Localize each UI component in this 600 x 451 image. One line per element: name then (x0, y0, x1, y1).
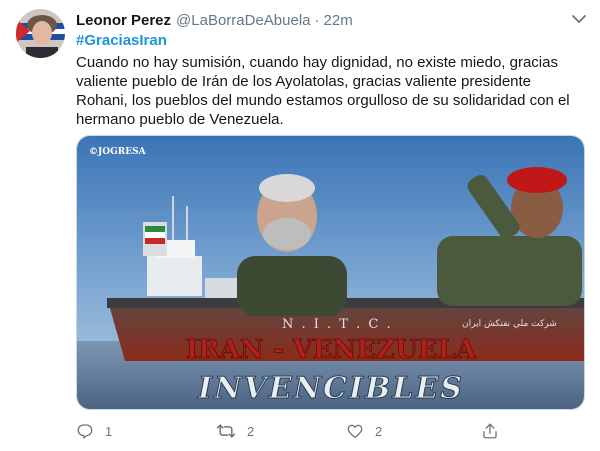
slogan-text: INVENCIBLES (197, 371, 464, 406)
author-name[interactable]: Leonor Perez (76, 12, 171, 29)
share-button[interactable] (481, 420, 499, 442)
banner-text: IRAN - VENEZUELA (186, 335, 477, 365)
reply-count: 1 (105, 423, 113, 439)
separator-dot: · (314, 11, 320, 29)
hashtag-link[interactable]: #GraciasIran (76, 32, 167, 49)
tweet[interactable]: Leonor Perez @LaBorraDeAbuela · 22m #Gra… (0, 0, 600, 451)
like-count: 2 (375, 423, 383, 439)
retweet-button[interactable]: 2 (216, 420, 254, 442)
chevron-down-icon[interactable] (569, 11, 589, 27)
retweet-icon (216, 422, 236, 440)
watermark-text: ©JOGRESA (89, 147, 147, 157)
reply-button[interactable]: 1 (76, 420, 112, 442)
reply-icon (76, 422, 94, 440)
tweet-text: Cuando no hay sumisión, cuando hay digni… (76, 54, 570, 128)
ship-arabic-text: شركت ملي نفتكش ايران (462, 319, 557, 329)
timestamp[interactable]: 22m (324, 12, 353, 29)
ship-hull-text: N . I . T . C . (282, 317, 393, 332)
tweet-header: Leonor Perez @LaBorraDeAbuela · 22m (76, 10, 560, 30)
share-icon (481, 422, 499, 440)
avatar[interactable] (16, 9, 65, 58)
heart-icon (346, 422, 364, 440)
action-bar: 1 2 2 (76, 420, 576, 442)
like-button[interactable]: 2 (346, 420, 382, 442)
tweet-image[interactable]: N . I . T . C . شركت ملي نفتكش ايران ©JO… (76, 135, 585, 410)
author-handle[interactable]: @LaBorraDeAbuela (176, 12, 310, 29)
retweet-count: 2 (247, 423, 255, 439)
